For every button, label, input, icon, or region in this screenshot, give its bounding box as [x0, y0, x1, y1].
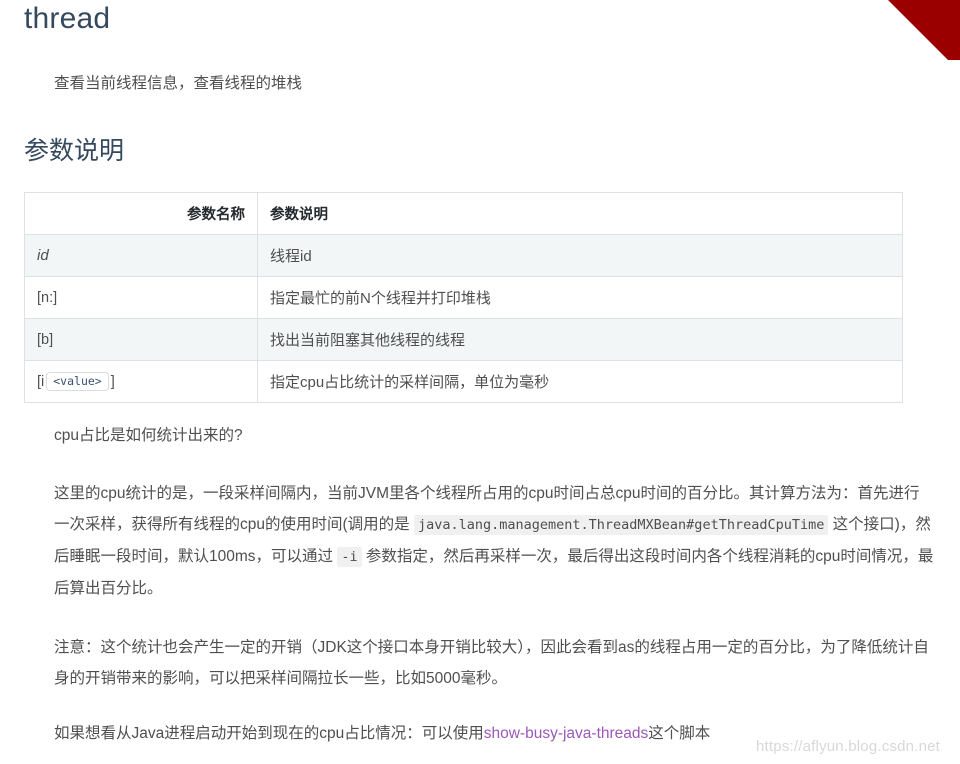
- column-header-param-name: 参数名称: [24, 192, 258, 235]
- table-header-row: 参数名称 参数说明: [24, 192, 903, 235]
- ribbon-dotted-line-icon: [886, 0, 947, 60]
- cell-param-name: [i <value>]: [24, 360, 258, 403]
- paragraph-question: cpu占比是如何统计出来的?: [54, 427, 243, 444]
- param-name-suffix: ]: [110, 374, 115, 390]
- table-row: [b] 找出当前阻塞其他线程的线程: [24, 318, 903, 361]
- cell-param-name: id: [24, 234, 258, 277]
- link-show-busy-java-threads[interactable]: show-busy-java-threads: [484, 725, 649, 742]
- table-head: 参数名称 参数说明: [24, 192, 903, 235]
- cell-param-desc: 指定最忙的前N个线程并打印堆栈: [257, 276, 903, 319]
- cell-param-desc: 线程id: [257, 234, 903, 277]
- table-row: id 线程id: [24, 234, 903, 277]
- last-text-part-1: 如果想看从Java进程启动开始到现在的cpu占比情况：可以使用: [54, 725, 484, 742]
- lead-paragraph: 查看当前线程信息，查看线程的堆栈: [54, 75, 303, 92]
- param-name-id: id: [37, 247, 49, 264]
- table-body: id 线程id [n:] 指定最忙的前N个线程并打印堆栈 [b] 找出当前阻塞其…: [24, 234, 903, 403]
- table-row: [n:] 指定最忙的前N个线程并打印堆栈: [24, 276, 903, 319]
- param-name-prefix: [i: [37, 374, 45, 390]
- section-heading-parameters: 参数说明: [24, 137, 125, 165]
- document-page: thread 查看当前线程信息，查看线程的堆栈 参数说明 参数名称 参数说明 i…: [0, 0, 960, 764]
- table-row: [i <value>] 指定cpu占比统计的采样间隔，单位为毫秒: [24, 360, 903, 403]
- last-text-part-2: 这个脚本: [648, 725, 711, 742]
- inline-code-threadmxbean: java.lang.management.ThreadMXBean#getThr…: [413, 515, 829, 535]
- parameters-table: 参数名称 参数说明 id 线程id [n:] 指定最忙的前N个线程并打印堆栈 […: [24, 192, 903, 403]
- paragraph-note: 注意：这个统计也会产生一定的开销（JDK这个接口本身开销比较大），因此会看到as…: [54, 639, 929, 687]
- ribbon-triangle: [886, 0, 960, 60]
- paragraph-last: 如果想看从Java进程启动开始到现在的cpu占比情况：可以使用show-busy…: [54, 718, 934, 749]
- cell-param-name: [b]: [24, 318, 258, 361]
- cell-param-desc: 指定cpu占比统计的采样间隔，单位为毫秒: [257, 360, 903, 403]
- cell-param-name: [n:]: [24, 276, 258, 319]
- paragraph-main: 这里的cpu统计的是，一段采样间隔内，当前JVM里各个线程所占用的cpu时间占总…: [54, 478, 934, 604]
- param-value-chip: <value>: [46, 372, 109, 391]
- corner-ribbon: [886, 0, 960, 60]
- column-header-param-desc: 参数说明: [257, 192, 903, 235]
- page-title: thread: [24, 2, 111, 35]
- inline-code-i-flag: -i: [337, 547, 362, 567]
- cell-param-desc: 找出当前阻塞其他线程的线程: [257, 318, 903, 361]
